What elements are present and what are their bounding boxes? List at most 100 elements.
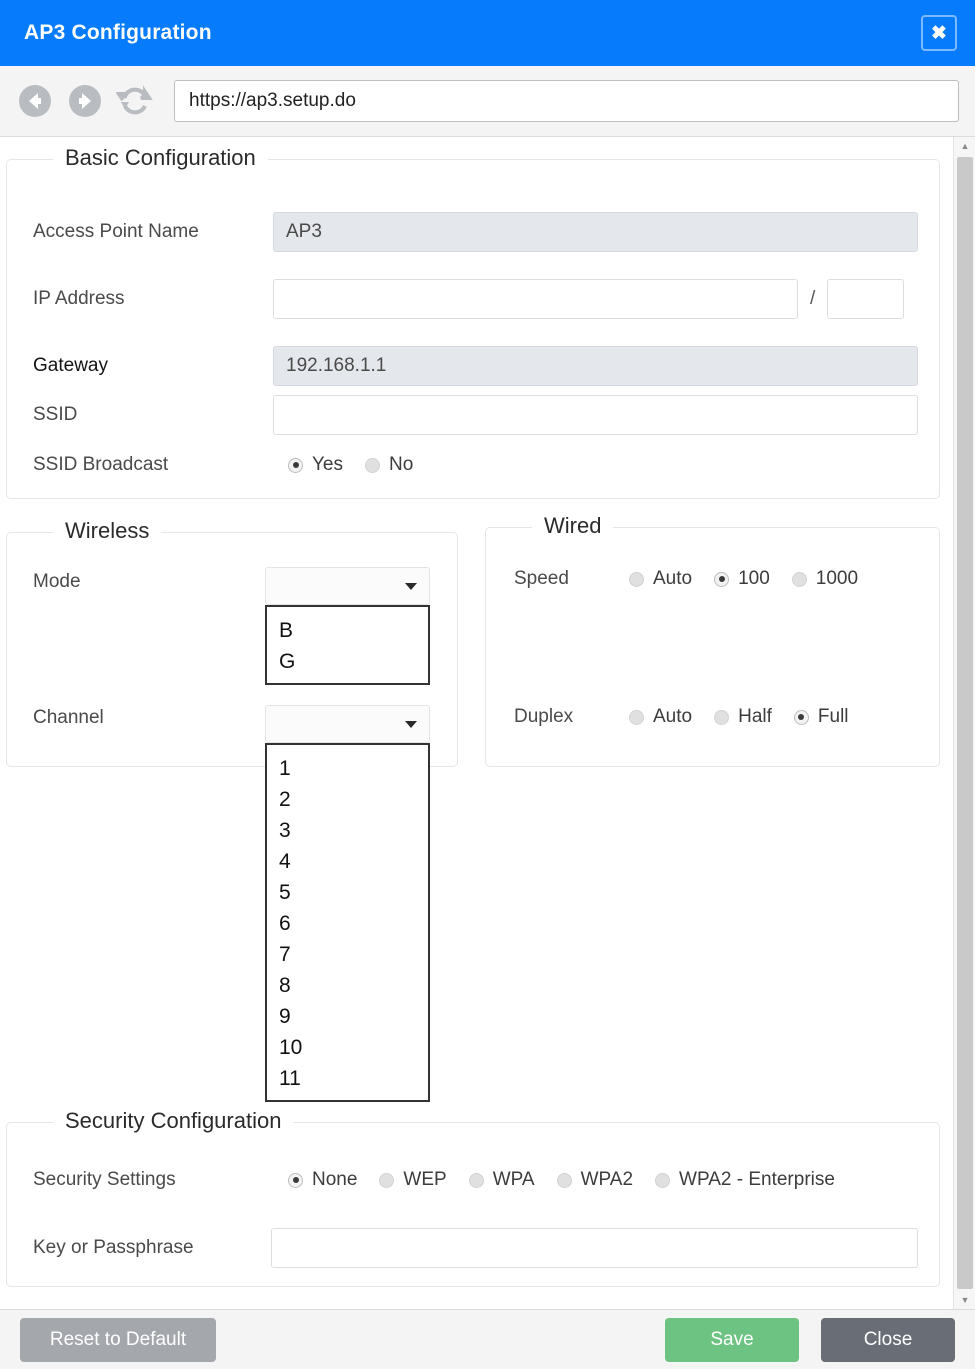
ssid-broadcast-radio-group: Yes No	[288, 454, 413, 476]
access-point-name-row: Access Point Name AP3	[33, 212, 918, 252]
channel-option[interactable]: 7	[267, 939, 428, 970]
forward-arrow-icon[interactable]	[66, 82, 104, 120]
dialog-footer: Reset to Default Save Close	[0, 1309, 975, 1369]
key-passphrase-row: Key or Passphrase	[33, 1228, 918, 1268]
channel-option[interactable]: 6	[267, 908, 428, 939]
save-button[interactable]: Save	[665, 1318, 799, 1362]
mode-option[interactable]: G	[267, 646, 428, 677]
ip-address-input[interactable]	[273, 279, 798, 319]
radio-dot-icon	[629, 710, 644, 725]
security-option-wpa2-enterprise[interactable]: WPA2 - Enterprise	[655, 1169, 835, 1191]
security-wpa2-enterprise-label: WPA2 - Enterprise	[679, 1169, 835, 1191]
key-passphrase-input[interactable]	[271, 1228, 918, 1268]
gateway-label: Gateway	[33, 355, 273, 377]
basic-configuration-section: Basic Configuration Access Point Name AP…	[6, 159, 940, 499]
mode-select[interactable]	[265, 567, 430, 605]
security-option-wpa2[interactable]: WPA2	[557, 1169, 633, 1191]
browser-toolbar: https://ap3.setup.do	[0, 66, 975, 137]
channel-option[interactable]: 9	[267, 1001, 428, 1032]
key-passphrase-label: Key or Passphrase	[33, 1237, 271, 1259]
channel-option[interactable]: 11	[267, 1063, 428, 1094]
channel-option[interactable]: 5	[267, 877, 428, 908]
close-icon: ✖	[931, 24, 947, 43]
close-button[interactable]: Close	[821, 1318, 955, 1362]
speed-option-1000[interactable]: 1000	[792, 568, 858, 590]
ssid-broadcast-yes-label: Yes	[312, 454, 343, 476]
security-option-wpa[interactable]: WPA	[469, 1169, 535, 1191]
mode-dropdown-list: B G	[265, 605, 430, 685]
security-none-label: None	[312, 1169, 357, 1191]
duplex-option-auto[interactable]: Auto	[629, 706, 692, 728]
back-arrow-icon[interactable]	[16, 82, 54, 120]
ip-prefix-input[interactable]	[827, 279, 904, 319]
mode-label: Mode	[33, 571, 81, 593]
vertical-scrollbar[interactable]: ▲ ▼	[953, 137, 975, 1309]
speed-label: Speed	[514, 568, 629, 590]
security-wpa-label: WPA	[493, 1169, 535, 1191]
gateway-input[interactable]: 192.168.1.1	[273, 346, 918, 386]
wireless-legend: Wireless	[53, 518, 161, 544]
ssid-broadcast-row: SSID Broadcast Yes No	[33, 454, 413, 476]
duplex-radio-group: Auto Half Full	[629, 706, 849, 728]
ip-prefix-separator: /	[810, 288, 815, 310]
channel-select[interactable]	[265, 705, 430, 743]
radio-dot-icon	[792, 572, 807, 587]
ip-address-row: IP Address /	[33, 279, 904, 319]
ssid-broadcast-option-yes[interactable]: Yes	[288, 454, 343, 476]
channel-row: Channel	[33, 707, 104, 729]
channel-option[interactable]: 3	[267, 815, 428, 846]
speed-option-100[interactable]: 100	[714, 568, 770, 590]
mode-option[interactable]: B	[267, 615, 428, 646]
scroll-down-arrow-icon[interactable]: ▼	[954, 1291, 975, 1309]
radio-dot-icon	[379, 1173, 394, 1188]
refresh-icon[interactable]	[116, 82, 154, 120]
chevron-down-icon	[405, 583, 417, 590]
radio-dot-icon	[469, 1173, 484, 1188]
address-bar-value: https://ap3.setup.do	[189, 90, 356, 112]
scroll-up-arrow-icon[interactable]: ▲	[954, 137, 975, 155]
window-close-button[interactable]: ✖	[921, 15, 957, 51]
speed-100-label: 100	[738, 568, 770, 590]
ssid-input[interactable]	[273, 395, 918, 435]
speed-radio-group: Auto 100 1000	[629, 568, 858, 590]
scrollbar-thumb[interactable]	[957, 157, 973, 1289]
channel-option[interactable]: 1	[267, 753, 428, 784]
channel-option[interactable]: 2	[267, 784, 428, 815]
radio-dot-icon	[655, 1173, 670, 1188]
radio-dot-icon	[714, 710, 729, 725]
gateway-value: 192.168.1.1	[286, 355, 386, 377]
basic-configuration-legend: Basic Configuration	[53, 145, 268, 171]
duplex-option-half[interactable]: Half	[714, 706, 772, 728]
channel-option[interactable]: 10	[267, 1032, 428, 1063]
access-point-name-label: Access Point Name	[33, 221, 273, 243]
speed-option-auto[interactable]: Auto	[629, 568, 692, 590]
speed-auto-label: Auto	[653, 568, 692, 590]
security-wpa2-label: WPA2	[581, 1169, 633, 1191]
radio-dot-icon	[557, 1173, 572, 1188]
radio-dot-selected-icon	[288, 1173, 303, 1188]
mode-row: Mode	[33, 571, 81, 593]
channel-option[interactable]: 4	[267, 846, 428, 877]
security-option-wep[interactable]: WEP	[379, 1169, 446, 1191]
address-bar-input[interactable]: https://ap3.setup.do	[174, 80, 959, 122]
security-settings-label: Security Settings	[33, 1169, 288, 1191]
channel-label: Channel	[33, 707, 104, 729]
reset-to-default-button[interactable]: Reset to Default	[20, 1318, 216, 1362]
duplex-half-label: Half	[738, 706, 772, 728]
radio-dot-selected-icon	[288, 458, 303, 473]
security-settings-row: Security Settings None WEP WPA WPA2	[33, 1169, 835, 1191]
ssid-broadcast-option-no[interactable]: No	[365, 454, 413, 476]
channel-dropdown-list: 1 2 3 4 5 6 7 8 9 10 11	[265, 743, 430, 1102]
security-option-none[interactable]: None	[288, 1169, 357, 1191]
security-configuration-section: Security Configuration Security Settings…	[6, 1122, 940, 1287]
window-title: AP3 Configuration	[24, 21, 212, 45]
security-configuration-legend: Security Configuration	[53, 1108, 293, 1134]
ip-address-label: IP Address	[33, 288, 273, 310]
duplex-label: Duplex	[514, 706, 629, 728]
wired-legend: Wired	[532, 513, 613, 539]
channel-option[interactable]: 8	[267, 970, 428, 1001]
configuration-form: Basic Configuration Access Point Name AP…	[0, 137, 975, 1309]
speed-row: Speed Auto 100 1000	[514, 568, 858, 590]
duplex-option-full[interactable]: Full	[794, 706, 849, 728]
access-point-name-input[interactable]: AP3	[273, 212, 918, 252]
